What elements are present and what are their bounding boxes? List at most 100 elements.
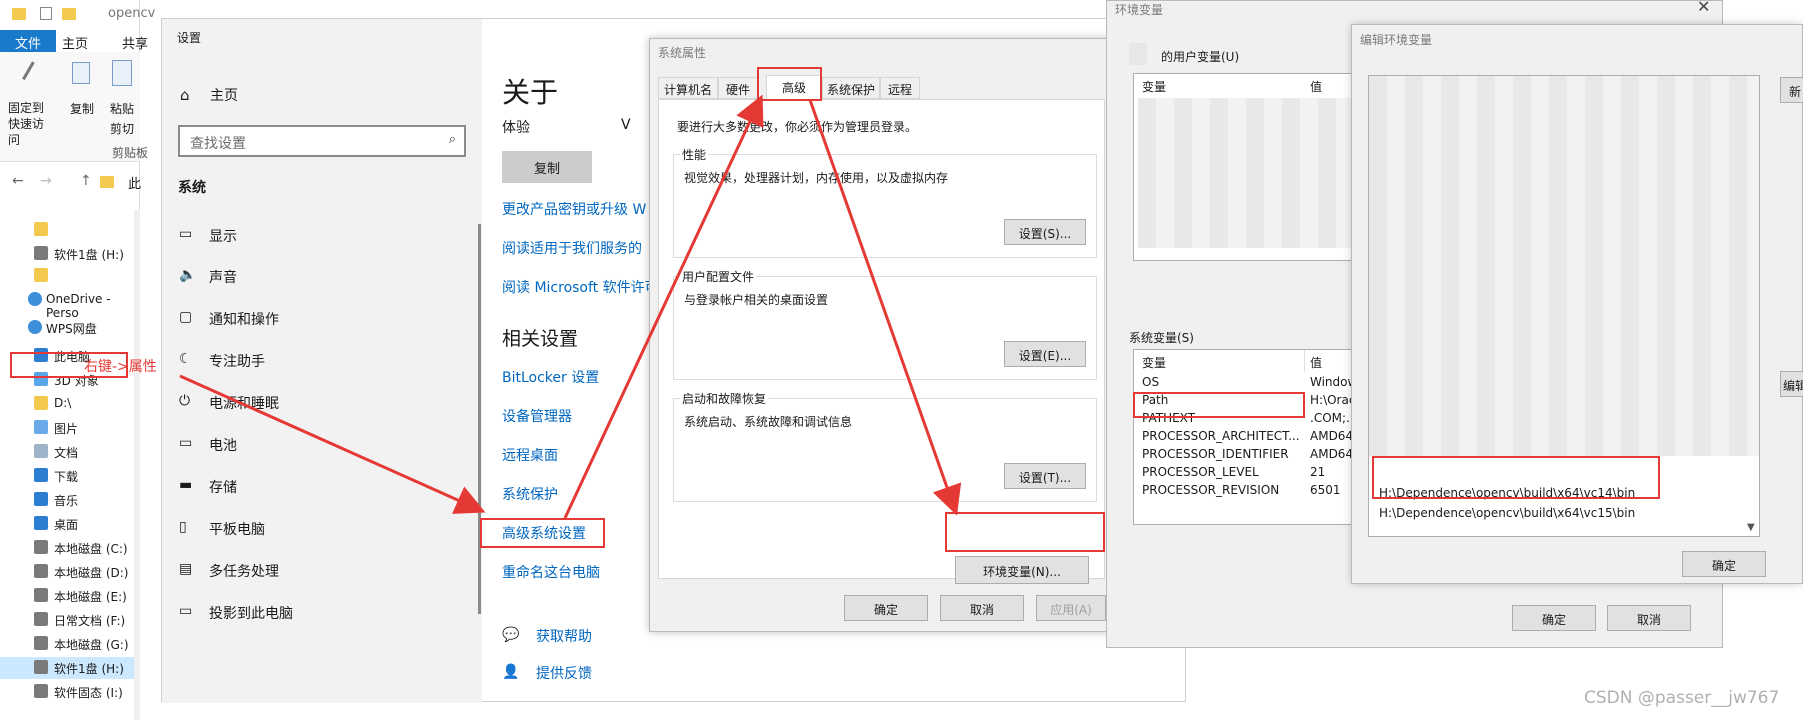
system-var-value: 21 [1310, 465, 1326, 479]
highlight-advanced-settings [480, 518, 605, 548]
performance-group: 性能 视觉效果，处理器计划，内存使用，以及虚拟内存 设置(S)... [673, 146, 1097, 258]
performance-title: 性能 [680, 146, 709, 163]
sysprop-apply-button[interactable]: 应用(A) [1036, 595, 1106, 621]
sys-col-val[interactable]: 值 [1310, 354, 1322, 371]
user-col-var[interactable]: 变量 [1142, 78, 1166, 95]
display-icon: ▭ [179, 226, 193, 242]
settings-nav-label: 通知和操作 [209, 312, 279, 328]
highlight-advanced-tab [757, 67, 822, 101]
user-col-val[interactable]: 值 [1310, 78, 1322, 95]
settings-nav-label: 电池 [209, 438, 237, 454]
settings-nav-item[interactable]: ▢ 通知和操作 [179, 307, 429, 331]
edit-edit-button[interactable]: 编辑 [1780, 371, 1803, 397]
link-bitlocker[interactable]: BitLocker 设置 [502, 367, 599, 387]
copy-button[interactable]: 复制 [502, 151, 592, 183]
settings-nav-item[interactable]: ▭ 投影到此电脑 [179, 601, 429, 625]
link-license-terms[interactable]: 阅读 Microsoft 软件许可 [502, 277, 659, 297]
sys-col-var[interactable]: 变量 [1142, 354, 1166, 371]
settings-nav-item[interactable]: ▤ 多任务处理 [179, 559, 429, 583]
settings-nav-label: 多任务处理 [209, 564, 279, 580]
column-divider [1304, 350, 1305, 372]
settings-nav-label: 专注助手 [209, 354, 265, 370]
link-service-agreement[interactable]: 阅读适用于我们服务的 [502, 238, 642, 258]
sysprop-tab-panel: 要进行大多数更改，你必须作为管理员登录。 性能 视觉效果，处理器计划，内存使用，… [658, 99, 1105, 584]
settings-nav-item[interactable]: ⏻ 电源和睡眠 [179, 391, 429, 415]
experience-label: 体验 [502, 120, 530, 136]
sysprop-title: 系统属性 [658, 46, 707, 60]
feedback-icon: 👤 [502, 664, 520, 680]
sysprop-tabs: 计算机名 硬件 高级 系统保护 远程 [658, 75, 1108, 99]
focus-assist-icon: ☾ [179, 351, 192, 367]
system-var-value: AMD64 [1310, 447, 1354, 461]
link-device-manager[interactable]: 设备管理器 [502, 406, 572, 426]
scroll-down-icon[interactable]: ▼ [1747, 522, 1755, 533]
sound-icon: 🔈 [179, 267, 197, 283]
startup-recovery-group: 启动和故障恢复 系统启动、系统故障和调试信息 设置(T)... [673, 390, 1097, 502]
settings-nav-label: 投影到此电脑 [209, 606, 293, 622]
tab-system-protection[interactable]: 系统保护 [822, 77, 880, 99]
redacted-username [1129, 43, 1159, 65]
link-feedback[interactable]: 提供反馈 [536, 663, 592, 683]
about-title: 关于 [502, 76, 559, 109]
redacted-path-entries [1369, 76, 1759, 456]
edit-env-title: 编辑环境变量 [1360, 33, 1433, 47]
tab-computer-name[interactable]: 计算机名 [658, 77, 718, 99]
project-icon: ▭ [179, 603, 193, 619]
battery-icon: ▭ [179, 435, 193, 451]
link-change-key[interactable]: 更改产品密钥或升级 W [502, 199, 646, 219]
envvars-cancel-button[interactable]: 取消 [1607, 605, 1691, 631]
redacted-user-vars [1138, 98, 1378, 248]
settings-nav-item[interactable]: ▭ 电池 [179, 433, 429, 457]
user-vars-label: 的用户变量(U) [1161, 50, 1240, 64]
highlight-opencv-paths [1372, 456, 1660, 499]
settings-nav-label: 存储 [209, 480, 237, 496]
power-icon: ⏻ [179, 393, 191, 409]
tab-hardware[interactable]: 硬件 [718, 77, 758, 99]
system-vars-label: 系统变量(S) [1129, 331, 1194, 345]
storage-icon: ▬ [179, 477, 193, 493]
sidebar-scrollbar[interactable] [478, 224, 481, 614]
environment-variables-button[interactable]: 环境变量(N)... [955, 556, 1089, 584]
startup-recovery-title: 启动和故障恢复 [680, 390, 769, 407]
multitasking-icon: ▤ [179, 561, 193, 577]
close-icon[interactable]: ✕ [1697, 0, 1710, 16]
tablet-icon: ▯ [179, 519, 187, 535]
settings-nav-label: 平板电脑 [209, 522, 265, 538]
settings-nav-item[interactable]: ☾ 专注助手 [179, 349, 429, 373]
system-var-value: H:\Orac [1310, 393, 1356, 407]
performance-desc: 视觉效果，处理器计划，内存使用，以及虚拟内存 [684, 171, 949, 185]
startup-recovery-settings-button[interactable]: 设置(T)... [1004, 463, 1086, 489]
system-var-value: 6501 [1310, 483, 1341, 497]
user-profile-desc: 与登录帐户相关的桌面设置 [684, 293, 829, 307]
envvars-ok-button[interactable]: 确定 [1512, 605, 1596, 631]
csdn-watermark: CSDN @passer__jw767 [1584, 688, 1780, 708]
settings-nav-label: 显示 [209, 229, 237, 245]
performance-settings-button[interactable]: 设置(S)... [1004, 219, 1086, 245]
tab-remote[interactable]: 远程 [880, 77, 920, 99]
settings-nav-label: 声音 [209, 270, 237, 286]
user-profile-settings-button[interactable]: 设置(E)... [1004, 341, 1086, 367]
link-rename-pc[interactable]: 重命名这台电脑 [502, 562, 600, 582]
path-entry-vc15[interactable]: H:\Dependence\opencv\build\x64\vc15\bin [1379, 506, 1635, 520]
system-var-name: PROCESSOR_IDENTIFIER [1142, 447, 1289, 461]
notifications-icon: ▢ [179, 309, 193, 325]
edit-ok-button[interactable]: 确定 [1682, 551, 1766, 577]
annotation-right-click-properties: 右键->属性 [84, 359, 157, 375]
help-icon: 💬 [502, 627, 520, 643]
settings-nav-label: 电源和睡眠 [209, 396, 279, 412]
link-system-protection[interactable]: 系统保护 [502, 484, 558, 504]
settings-nav-item[interactable]: 🔈 声音 [179, 265, 429, 289]
highlight-env-button [945, 512, 1105, 552]
sysprop-ok-button[interactable]: 确定 [844, 595, 928, 621]
settings-nav-item[interactable]: ▯ 平板电脑 [179, 517, 429, 541]
related-settings-title: 相关设置 [502, 328, 579, 350]
highlight-path-row [1133, 392, 1305, 418]
link-remote-desktop[interactable]: 远程桌面 [502, 445, 558, 465]
sysprop-cancel-button[interactable]: 取消 [940, 595, 1024, 621]
system-var-value: AMD64 [1310, 429, 1354, 443]
settings-nav-item[interactable]: ▭ 显示 [179, 224, 429, 248]
edit-new-button[interactable]: 新 [1780, 77, 1803, 103]
system-var-name: OS [1142, 375, 1160, 389]
link-get-help[interactable]: 获取帮助 [536, 626, 592, 646]
settings-nav-item[interactable]: ▬ 存储 [179, 475, 429, 499]
